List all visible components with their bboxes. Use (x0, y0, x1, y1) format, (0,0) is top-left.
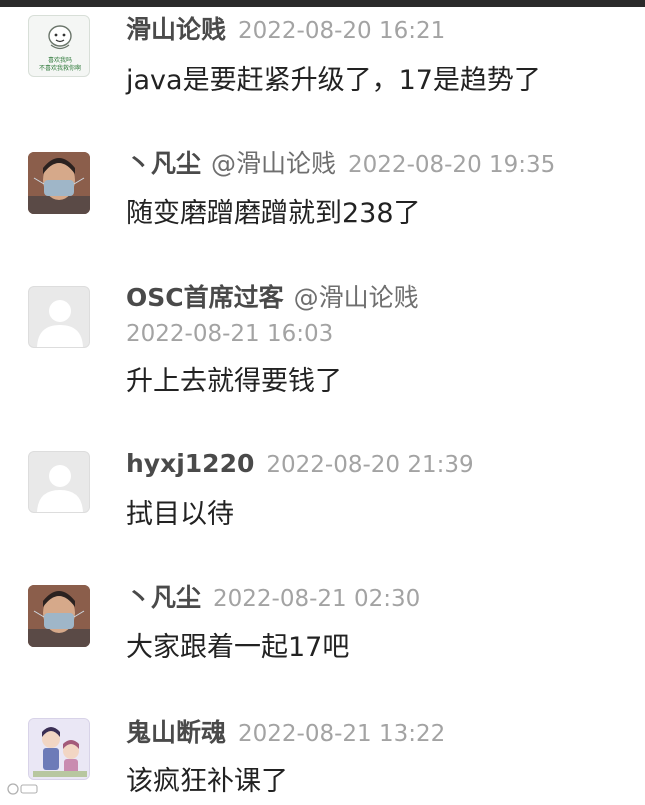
comment-header: 鬼山断魂 2022-08-21 13:22 (126, 715, 635, 754)
comment-content: 大家跟着一起17吧 (126, 632, 350, 663)
comment-time: 2022-08-21 13:22 (238, 721, 446, 747)
comment-header: hyxj1220 2022-08-20 21:39 (126, 446, 635, 485)
person-photo-icon (28, 152, 90, 214)
meme-text-line-2: 不喜欢我救你啊 (39, 64, 81, 72)
status-bar-strip (0, 0, 645, 7)
comment-time: 2022-08-20 19:35 (348, 152, 556, 178)
avatar[interactable]: 喜欢我吗 不喜欢我救你啊 (28, 15, 90, 77)
comment-header: 滑山论贱 2022-08-20 16:21 (126, 12, 635, 51)
reply-mention[interactable]: @滑山论贱 (211, 149, 336, 178)
comment-time: 2022-08-20 16:21 (238, 18, 446, 44)
comment-header: OSC首席过客 @滑山论贱 (126, 280, 635, 319)
meme-text-line-1: 喜欢我吗 (48, 56, 72, 64)
avatar[interactable] (28, 585, 90, 647)
avatar[interactable] (28, 286, 90, 348)
comment-content: 随变磨蹭磨蹭就到238了 (126, 198, 421, 229)
comment-content: java是要赶紧升级了，17是趋势了 (126, 65, 541, 96)
comment-author[interactable]: OSC首席过客 (126, 283, 284, 312)
default-avatar-icon (37, 300, 83, 347)
default-avatar-icon (37, 465, 83, 512)
reply-mention[interactable]: @滑山论贱 (294, 283, 419, 312)
comment-author[interactable]: 鬼山断魂 (126, 718, 226, 747)
anime-avatar-icon (29, 719, 89, 779)
comment-author[interactable]: 滑山论贱 (126, 15, 226, 44)
watermark-logo (6, 782, 40, 800)
comment-time: 2022-08-21 16:03 (126, 321, 334, 347)
comment-author[interactable]: 丶凡尘 (126, 583, 201, 612)
comment-header: 丶凡尘 @滑山论贱 2022-08-20 19:35 (126, 146, 635, 185)
comment-time: 2022-08-20 21:39 (266, 452, 474, 478)
avatar[interactable] (28, 451, 90, 513)
comment-header: 丶凡尘 2022-08-21 02:30 (126, 580, 635, 619)
person-photo-icon (28, 585, 90, 647)
comment-content: 升上去就得要钱了 (126, 366, 342, 397)
comment-content: 拭目以待 (126, 499, 234, 530)
comment-time: 2022-08-21 02:30 (213, 586, 421, 612)
comment-author[interactable]: 丶凡尘 (126, 149, 201, 178)
comment-content: 该疯狂补课了 (126, 766, 288, 797)
meme-avatar-icon: 喜欢我吗 不喜欢我救你啊 (39, 25, 81, 72)
avatar[interactable] (28, 718, 90, 780)
comment-author[interactable]: hyxj1220 (126, 449, 254, 478)
watermark-icon (7, 783, 38, 795)
avatar[interactable] (28, 152, 90, 214)
